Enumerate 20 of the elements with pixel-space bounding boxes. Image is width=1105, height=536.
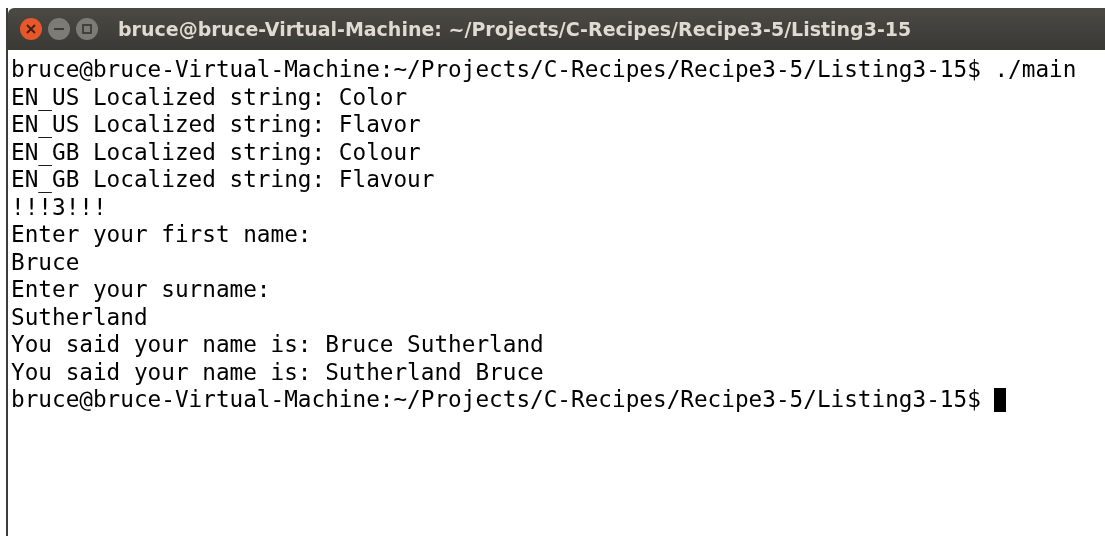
terminal-line: bruce@bruce-Virtual-Machine:~/Projects/C-Recipes/Recipe3-5/Listing3-15$ ./main	[11, 56, 1077, 84]
minimize-icon	[54, 28, 64, 30]
minimize-button[interactable]	[48, 18, 70, 40]
terminal-line: Sutherland	[11, 303, 148, 331]
terminal-line: Bruce	[11, 248, 80, 276]
close-icon	[26, 24, 36, 34]
terminal-line: EN_GB Localized string: Flavour	[11, 166, 435, 194]
terminal-line: EN_GB Localized string: Colour	[11, 138, 421, 166]
terminal-line: Enter your surname:	[11, 276, 271, 304]
terminal-line: EN_US Localized string: Color	[11, 83, 408, 111]
maximize-button[interactable]	[76, 18, 98, 40]
terminal-line: EN_US Localized string: Flavor	[11, 111, 421, 139]
terminal-line: Enter your first name:	[11, 221, 312, 249]
terminal-line: !!!3!!!	[11, 193, 107, 221]
terminal-line: You said your name is: Bruce Sutherland	[11, 331, 544, 359]
terminal-line: You said your name is: Sutherland Bruce	[11, 358, 544, 386]
terminal-line: bruce@bruce-Virtual-Machine:~/Projects/C-Recipes/Recipe3-5/Listing3-15$	[11, 386, 981, 414]
close-button[interactable]	[20, 18, 42, 40]
window-title: bruce@bruce-Virtual-Machine: ~/Projects/C-Recipes/Recipe3-5/Listing3-15	[118, 16, 912, 42]
maximize-icon	[82, 24, 92, 34]
